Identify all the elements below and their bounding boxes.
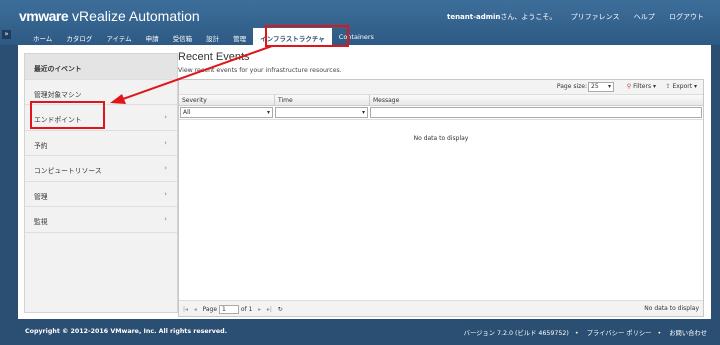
annotation-arrow [110,45,273,104]
